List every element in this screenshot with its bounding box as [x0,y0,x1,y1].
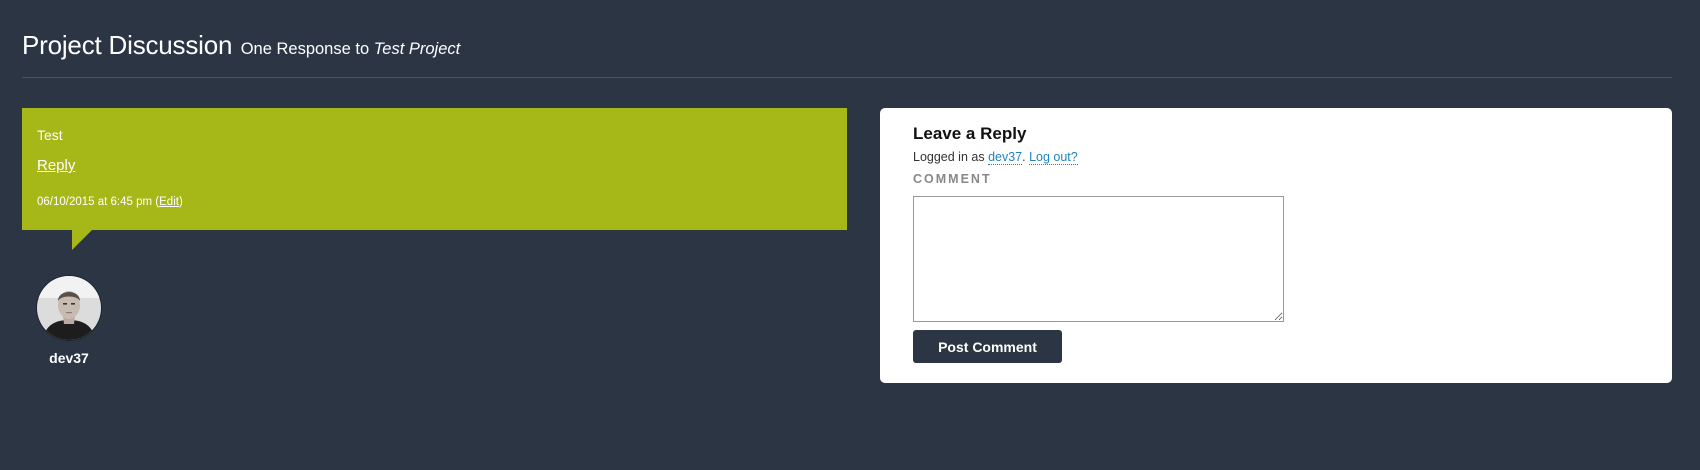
page-title: Project Discussion [22,30,233,60]
comment-meta: 06/10/2015 at 6:45 pm (Edit) [37,196,832,208]
page-header: Project Discussion One Response to Test … [22,30,460,61]
subtitle-prefix: One Response to [240,40,374,58]
comment-bubble: Test Reply 06/10/2015 at 6:45 pm (Edit) [22,108,847,230]
post-comment-button[interactable]: Post Comment [913,330,1062,363]
username-link[interactable]: dev37 [988,150,1023,165]
project-name: Test Project [373,40,461,58]
avatar-photo-icon [37,276,101,340]
reply-heading: Leave a Reply [913,124,1027,143]
logout-link[interactable]: Log out? [1029,150,1078,165]
comment-author: dev37 [36,275,102,366]
reply-link[interactable]: Reply [37,157,75,174]
header-divider [22,77,1672,78]
author-name: dev37 [49,350,89,366]
reply-form-card: Leave a Reply Logged in as dev37. Log ou… [880,108,1672,383]
page-subtitle: One Response to Test Project [241,40,461,58]
comment-timestamp: 06/10/2015 at 6:45 pm [37,196,153,208]
comment-text: Test [37,127,63,143]
comment-textarea[interactable] [913,196,1284,322]
comment-field-label: COMMENT [913,172,992,186]
logged-in-line: Logged in as dev37. Log out? [913,150,1639,165]
logged-in-prefix: Logged in as [913,150,989,164]
avatar [36,275,102,341]
edit-link[interactable]: Edit [159,196,179,208]
comment-bubble-tail [72,230,92,250]
edit-close-paren: ) [178,196,183,208]
